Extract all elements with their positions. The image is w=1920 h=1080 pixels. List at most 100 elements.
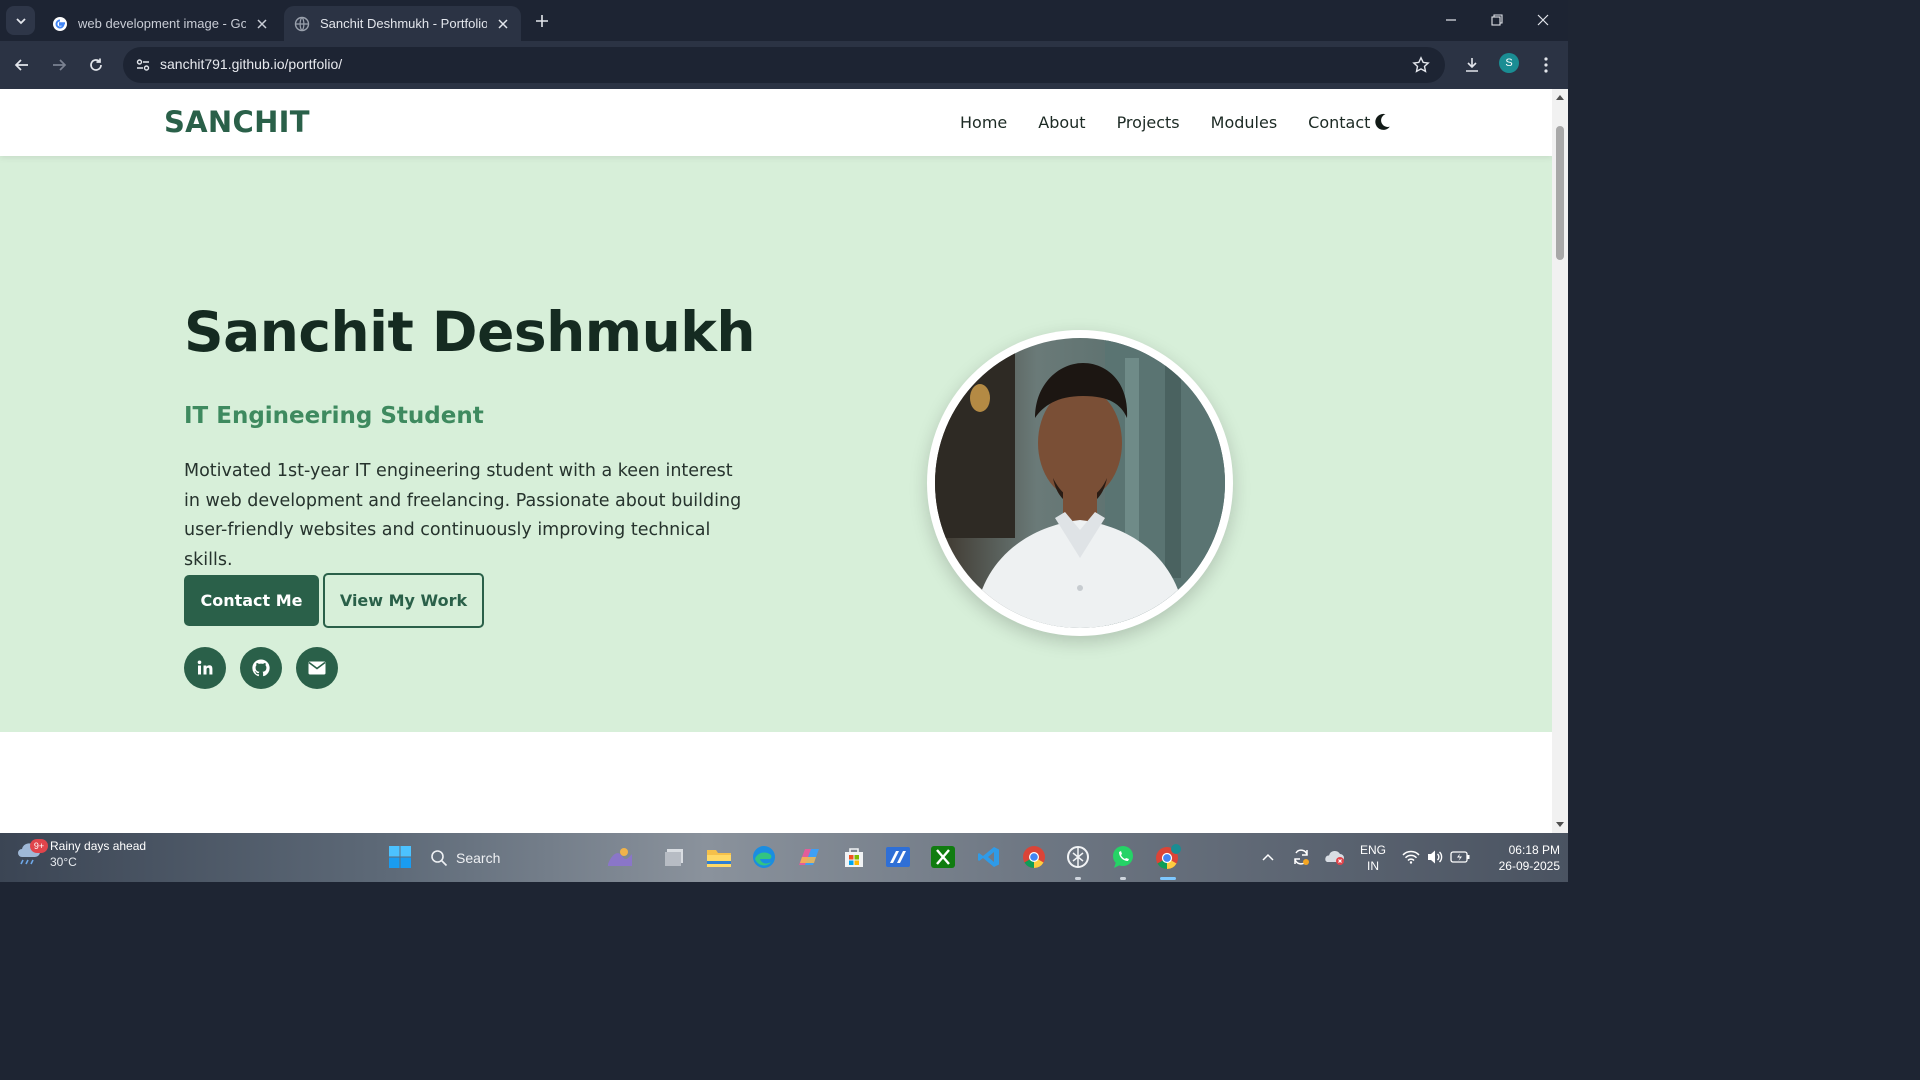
github-link[interactable] (240, 647, 282, 689)
windows-logo-icon (389, 846, 411, 868)
moon-icon[interactable] (1372, 112, 1392, 132)
downloads-button[interactable] (1458, 51, 1486, 79)
hero-section: Sanchit Deshmukh IT Engineering Student … (0, 156, 1552, 732)
chrome-icon[interactable] (1020, 843, 1048, 871)
clock-time: 06:18 PM (1508, 843, 1560, 857)
site-logo[interactable]: SANCHIT (164, 105, 310, 139)
browser-menu-button[interactable] (1532, 51, 1560, 79)
file-explorer-icon[interactable] (705, 843, 733, 871)
widgets-icon[interactable] (606, 843, 634, 871)
main-nav: Home About Projects Modules Contact (960, 113, 1401, 132)
site-info-icon[interactable] (131, 53, 155, 77)
email-link[interactable] (296, 647, 338, 689)
weather-title: Rainy days ahead (50, 839, 147, 853)
battery-icon[interactable] (1446, 843, 1474, 871)
view-my-work-button[interactable]: View My Work (323, 573, 484, 628)
linkedin-icon (197, 660, 213, 675)
chevron-down-icon (15, 17, 26, 24)
task-view-icon[interactable] (661, 843, 689, 871)
search-icon (431, 849, 448, 866)
linkedin-link[interactable] (184, 647, 226, 689)
close-tab-button[interactable] (495, 16, 511, 32)
running-indicator (1075, 877, 1081, 880)
email-icon (308, 661, 326, 675)
minimize-button[interactable] (1428, 0, 1474, 40)
volume-icon[interactable] (1421, 843, 1449, 871)
hero-role: IT Engineering Student (184, 403, 484, 429)
windows-taskbar: Rainy days ahead 30°C 9+ Search ENG IN 0… (0, 833, 1568, 882)
plus-icon (536, 15, 548, 27)
running-indicator (1120, 877, 1126, 880)
scroll-up-icon[interactable] (1555, 93, 1565, 101)
restore-button[interactable] (1474, 0, 1520, 40)
language-indicator[interactable]: ENG IN (1356, 842, 1390, 874)
tab-portfolio[interactable]: Sanchit Deshmukh - Portfolio (284, 6, 521, 41)
scrollbar-thumb[interactable] (1556, 126, 1564, 260)
search-placeholder: Search (456, 849, 501, 866)
weather-temp: 30°C (50, 855, 77, 869)
xbox-icon[interactable] (929, 843, 957, 871)
whatsapp-icon[interactable] (1109, 843, 1137, 871)
taskbar-clock[interactable]: 06:18 PM 26-09-2025 (1474, 842, 1560, 874)
sync-icon[interactable] (1287, 843, 1315, 871)
scroll-down-icon[interactable] (1555, 821, 1565, 829)
hero-name: Sanchit Deshmukh (184, 300, 755, 364)
browser-tab-bar: web development image - Google Search Sa… (0, 0, 1568, 41)
close-tab-button[interactable] (254, 16, 270, 32)
close-window-button[interactable] (1520, 0, 1566, 40)
chatgpt-icon[interactable] (1064, 843, 1092, 871)
reload-icon (90, 58, 102, 71)
tab-google-search[interactable]: web development image - Google Search (42, 6, 280, 41)
address-bar[interactable]: sanchit791.github.io/portfolio/ (123, 47, 1445, 83)
onedrive-icon[interactable] (1320, 843, 1348, 871)
arrow-right-icon (53, 59, 67, 71)
app-icon[interactable] (884, 843, 912, 871)
nav-home[interactable]: Home (960, 113, 1007, 132)
download-icon (1466, 58, 1478, 72)
bookmark-star-icon[interactable] (1411, 55, 1431, 75)
chrome-profile-icon[interactable] (1154, 843, 1182, 871)
copilot-icon[interactable] (795, 843, 823, 871)
forward-button[interactable] (45, 51, 73, 79)
close-icon (1537, 14, 1549, 26)
clock-date: 26-09-2025 (1498, 859, 1560, 873)
close-icon (498, 18, 508, 29)
site-header: SANCHIT Home About Projects Modules Cont… (0, 89, 1552, 156)
restore-icon (1491, 14, 1503, 26)
show-hidden-icons[interactable] (1254, 843, 1282, 871)
hero-description: Motivated 1st-year IT engineering studen… (184, 461, 742, 570)
vscode-icon[interactable] (975, 843, 1003, 871)
contact-me-button[interactable]: Contact Me (184, 575, 319, 626)
arrow-left-icon (14, 59, 28, 71)
globe-icon (294, 16, 310, 31)
tab-title: web development image - Google Search (78, 16, 246, 31)
nav-contact[interactable]: Contact (1308, 113, 1370, 132)
notification-badge: 9+ (30, 839, 48, 853)
profile-avatar[interactable]: S (1499, 53, 1519, 73)
tab-search-button[interactable] (6, 6, 35, 35)
microsoft-store-icon[interactable] (840, 843, 868, 871)
profile-photo (935, 338, 1225, 628)
browser-toolbar: sanchit791.github.io/portfolio/ S (0, 41, 1568, 89)
tab-title: Sanchit Deshmukh - Portfolio (320, 16, 487, 31)
running-indicator-active (1160, 877, 1176, 880)
page-scrollbar[interactable] (1552, 89, 1568, 833)
edge-icon[interactable] (750, 843, 778, 871)
nav-about[interactable]: About (1038, 113, 1085, 132)
chevron-up-icon (1262, 853, 1274, 861)
start-button[interactable] (386, 843, 414, 871)
minimize-icon (1446, 19, 1456, 21)
back-button[interactable] (8, 51, 36, 79)
language-line2: IN (1367, 859, 1379, 873)
google-icon (53, 16, 67, 31)
nav-projects[interactable]: Projects (1117, 113, 1180, 132)
github-icon (252, 659, 270, 677)
nav-modules[interactable]: Modules (1211, 113, 1278, 132)
reload-button[interactable] (82, 51, 110, 79)
url-text[interactable]: sanchit791.github.io/portfolio/ (160, 56, 342, 72)
profile-photo-frame (927, 330, 1233, 636)
new-tab-button[interactable] (530, 9, 554, 33)
taskbar-search[interactable]: Search (430, 842, 590, 873)
more-vertical-icon (1544, 57, 1548, 73)
close-icon (257, 18, 267, 29)
